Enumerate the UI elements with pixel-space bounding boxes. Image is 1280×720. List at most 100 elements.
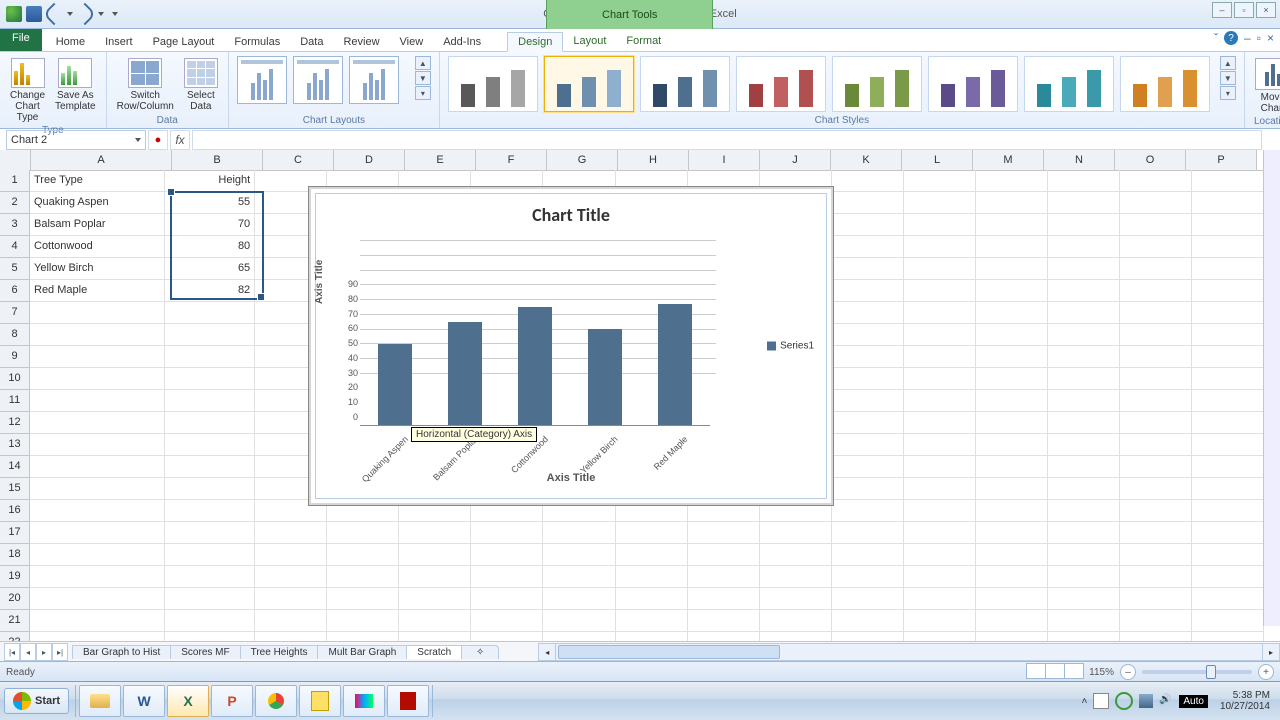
row-header[interactable]: 13 — [0, 434, 30, 456]
zoom-in-button[interactable]: + — [1258, 664, 1274, 680]
cell[interactable] — [1048, 456, 1120, 477]
cell[interactable] — [904, 324, 976, 345]
cell[interactable] — [1048, 324, 1120, 345]
formula-input[interactable] — [192, 130, 1262, 150]
row-header[interactable]: 10 — [0, 368, 30, 390]
cell[interactable] — [976, 456, 1048, 477]
cell[interactable] — [471, 522, 543, 543]
workbook-restore-icon[interactable]: ▫ — [1257, 31, 1261, 45]
cell[interactable] — [1120, 434, 1192, 455]
cell[interactable] — [616, 544, 688, 565]
cell[interactable] — [832, 522, 904, 543]
taskbar-explorer-icon[interactable] — [79, 685, 121, 717]
row-header[interactable]: 4 — [0, 236, 30, 258]
cell[interactable] — [976, 236, 1048, 257]
cell[interactable] — [976, 280, 1048, 301]
column-header[interactable]: G — [547, 150, 618, 170]
cell[interactable] — [904, 500, 976, 521]
cell[interactable] — [399, 610, 471, 631]
cell[interactable] — [327, 610, 399, 631]
cell[interactable] — [904, 566, 976, 587]
tab-home[interactable]: Home — [46, 33, 95, 51]
tray-flag-icon[interactable] — [1093, 693, 1109, 709]
cell[interactable] — [1192, 214, 1264, 235]
cell[interactable] — [30, 610, 165, 631]
cell[interactable]: 80 — [165, 236, 255, 257]
cell[interactable] — [832, 544, 904, 565]
chart-object[interactable]: Chart Title Axis Title 90807060504030201… — [308, 186, 834, 506]
cell[interactable] — [832, 192, 904, 213]
cell[interactable] — [904, 302, 976, 323]
chart-bar[interactable] — [588, 329, 622, 425]
cell[interactable] — [976, 610, 1048, 631]
scroll-right-icon[interactable]: ▸ — [1262, 643, 1280, 661]
cell[interactable] — [327, 522, 399, 543]
start-button[interactable]: Start — [4, 688, 69, 714]
cell[interactable] — [1192, 236, 1264, 257]
cell[interactable] — [165, 368, 255, 389]
cell[interactable] — [30, 368, 165, 389]
column-header[interactable]: D — [334, 150, 405, 170]
cell[interactable] — [165, 588, 255, 609]
cell[interactable] — [543, 522, 615, 543]
column-header[interactable]: E — [405, 150, 476, 170]
row-header[interactable]: 12 — [0, 412, 30, 434]
cell[interactable]: 70 — [165, 214, 255, 235]
cell[interactable] — [1048, 522, 1120, 543]
save-icon[interactable] — [26, 6, 42, 22]
undo-icon[interactable] — [43, 3, 66, 26]
cell[interactable] — [30, 412, 165, 433]
zoom-slider[interactable] — [1142, 670, 1252, 674]
cell[interactable] — [1192, 346, 1264, 367]
cell[interactable] — [1120, 214, 1192, 235]
row-header[interactable]: 9 — [0, 346, 30, 368]
column-header[interactable]: O — [1115, 150, 1186, 170]
horizontal-scrollbar[interactable]: ◂ ▸ — [538, 643, 1280, 661]
cell[interactable] — [30, 434, 165, 455]
name-box[interactable]: Chart 2 — [6, 130, 146, 150]
row-header[interactable]: 8 — [0, 324, 30, 346]
cell[interactable] — [976, 500, 1048, 521]
cell[interactable] — [1192, 544, 1264, 565]
redo-icon[interactable] — [74, 3, 97, 26]
chart-style-option[interactable] — [928, 56, 1018, 112]
switch-row-column-button[interactable]: Switch Row/Column — [115, 56, 176, 114]
cell[interactable] — [1048, 214, 1120, 235]
styles-more-icon[interactable]: ▾ — [1220, 86, 1236, 100]
cell[interactable] — [832, 412, 904, 433]
namebox-dropdown-icon[interactable] — [135, 138, 141, 142]
cell[interactable] — [165, 412, 255, 433]
cell[interactable] — [1048, 412, 1120, 433]
row-header[interactable]: 16 — [0, 500, 30, 522]
cell[interactable] — [976, 346, 1048, 367]
cell[interactable]: Red Maple — [30, 280, 165, 301]
gallery-up-icon[interactable]: ▲ — [415, 56, 431, 70]
chart-bar[interactable] — [448, 322, 482, 425]
cell[interactable] — [165, 434, 255, 455]
cell[interactable] — [832, 368, 904, 389]
tab-insert[interactable]: Insert — [95, 33, 143, 51]
chart-bar[interactable] — [378, 344, 412, 425]
cell[interactable] — [904, 610, 976, 631]
chart-style-option[interactable] — [1120, 56, 1210, 112]
cell[interactable] — [543, 588, 615, 609]
tab-formulas[interactable]: Formulas — [224, 33, 290, 51]
cell[interactable] — [255, 566, 327, 587]
chart-style-option[interactable] — [832, 56, 922, 112]
chart-style-option[interactable] — [1024, 56, 1114, 112]
chart-style-option[interactable] — [640, 56, 730, 112]
sheet-nav-buttons[interactable]: |◂◂▸▸| — [4, 643, 68, 661]
selection-handle-tl[interactable] — [167, 188, 175, 196]
cell[interactable] — [165, 544, 255, 565]
row-header[interactable]: 7 — [0, 302, 30, 324]
cell[interactable] — [1192, 368, 1264, 389]
selection-handle-br[interactable] — [257, 293, 265, 301]
cell[interactable] — [399, 544, 471, 565]
cell[interactable] — [1048, 478, 1120, 499]
cell[interactable] — [1192, 302, 1264, 323]
column-headers[interactable]: ABCDEFGHIJKLMNOP — [0, 150, 1264, 171]
new-sheet-button[interactable]: ✧ — [461, 645, 499, 659]
cell[interactable] — [832, 170, 904, 191]
cell[interactable] — [327, 588, 399, 609]
cell[interactable] — [1048, 566, 1120, 587]
